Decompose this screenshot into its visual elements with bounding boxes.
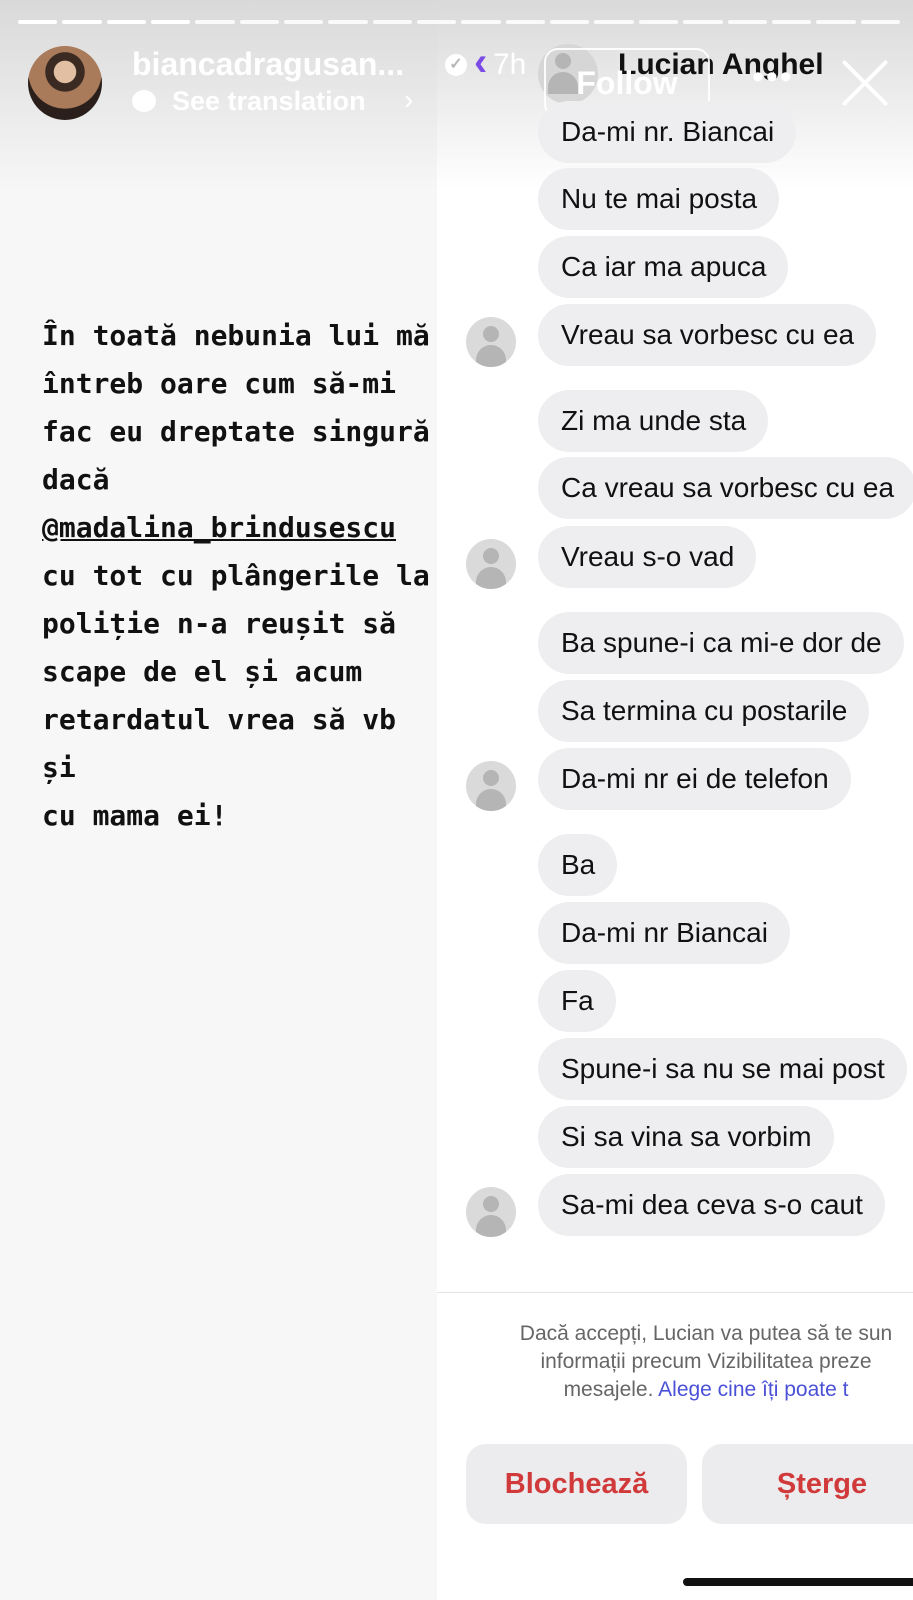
caption-line: dacă — [42, 463, 110, 496]
caption-line: fac eu dreptate singură — [42, 415, 430, 448]
notice-text: informații precum Vizibilitatea preze — [540, 1350, 872, 1373]
story-progress-segment — [18, 20, 58, 24]
more-options-icon[interactable]: ••• — [752, 58, 794, 97]
delete-button[interactable]: Șterge — [702, 1444, 913, 1524]
message-bubble: Si sa vina sa vorbim — [538, 1106, 834, 1168]
story-progress-segment — [550, 20, 590, 24]
message-bubble: Da-mi nr Biancai — [538, 902, 790, 964]
caption-line: În toată nebunia lui mă — [42, 319, 430, 352]
story-progress-segment — [505, 20, 546, 24]
message-bubble: Sa-mi dea ceva s-o caut — [538, 1174, 885, 1236]
caption-line: cu tot cu plângerile la — [42, 559, 430, 592]
story-progress-segment — [860, 20, 900, 24]
close-icon[interactable] — [840, 58, 890, 108]
story-username[interactable]: biancadragusan... — [132, 46, 404, 83]
privacy-settings-link[interactable]: Alege cine îți poate t — [658, 1378, 848, 1401]
verified-badge-icon: ✓ — [445, 54, 467, 76]
message-bubble: Vreau sa vorbesc cu ea — [538, 304, 877, 366]
message-bubble: Nu te mai posta — [538, 168, 780, 230]
caption-line: cu mama ei! — [42, 799, 228, 832]
story-progress-segment — [594, 20, 634, 24]
message-bubble: Ca vreau sa vorbesc cu ea — [538, 457, 913, 519]
message-bubble: Da-mi nr ei de telefon — [538, 748, 851, 810]
message-bubble: Zi ma unde sta — [538, 390, 769, 452]
message-bubble: Da-mi nr. Biancai — [538, 101, 797, 163]
story-progress-segment — [816, 20, 856, 24]
caption-line: scape de el și acum — [42, 655, 363, 688]
person-icon — [466, 317, 516, 367]
message-bubble: Ca iar ma apuca — [538, 236, 789, 298]
notice-text: Dacă accepți, Lucian va putea să te sun — [519, 1322, 893, 1345]
story-caption: În toată nebunia lui mă întreb oare cum … — [42, 312, 432, 840]
sender-avatar — [466, 317, 516, 367]
caption-line: întreb oare cum să-mi — [42, 367, 397, 400]
story-progress-segment — [239, 20, 280, 24]
home-indicator — [683, 1578, 913, 1586]
translate-icon — [132, 90, 156, 112]
story-progress-segment — [683, 20, 723, 24]
person-icon — [466, 539, 516, 589]
person-icon — [466, 1187, 516, 1237]
message-bubble: Ba spune-i ca mi-e dor de — [538, 612, 904, 674]
story-time: 7h — [493, 48, 527, 81]
sender-avatar — [466, 1187, 516, 1237]
story-progress-segment — [151, 20, 191, 24]
chevron-right-icon: › — [404, 84, 414, 115]
story-progress-segment — [417, 20, 457, 24]
message-bubble: Fa — [538, 970, 616, 1032]
sender-avatar — [466, 539, 516, 589]
message-bubble: Spune-i sa nu se mai post — [538, 1038, 907, 1100]
story-progress-segment — [62, 20, 102, 24]
story-author-avatar[interactable] — [28, 46, 102, 120]
story-progress-segment — [771, 20, 812, 24]
story-progress-segment — [328, 20, 368, 24]
see-translation-link[interactable]: See translation — [172, 86, 366, 117]
message-bubble: Ba — [538, 834, 618, 896]
story-progress-segment — [284, 20, 324, 24]
story-progress-segment — [727, 20, 767, 24]
message-bubble: Vreau s-o vad — [538, 526, 757, 588]
mention-link[interactable]: @madalina_brindusescu — [42, 511, 396, 544]
divider — [437, 1292, 913, 1293]
story-progress-segment — [106, 20, 147, 24]
sender-avatar — [466, 761, 516, 811]
story-progress-segment — [461, 20, 501, 24]
story-progress-segment — [372, 20, 413, 24]
chevron-left-icon: ‹ — [474, 40, 488, 84]
caption-line: retardatul vrea să vb și — [42, 703, 397, 784]
story-progress-bar — [18, 20, 900, 24]
story-progress-segment — [195, 20, 235, 24]
block-button[interactable]: Blochează — [466, 1444, 687, 1524]
person-icon — [466, 761, 516, 811]
message-request-notice: Dacă accepți, Lucian va putea să te sun … — [446, 1320, 913, 1404]
story-progress-segment — [638, 20, 679, 24]
message-bubble: Sa termina cu postarile — [538, 680, 870, 742]
caption-line: poliție n-a reușit să — [42, 607, 397, 640]
notice-text: mesajele. — [563, 1378, 654, 1401]
